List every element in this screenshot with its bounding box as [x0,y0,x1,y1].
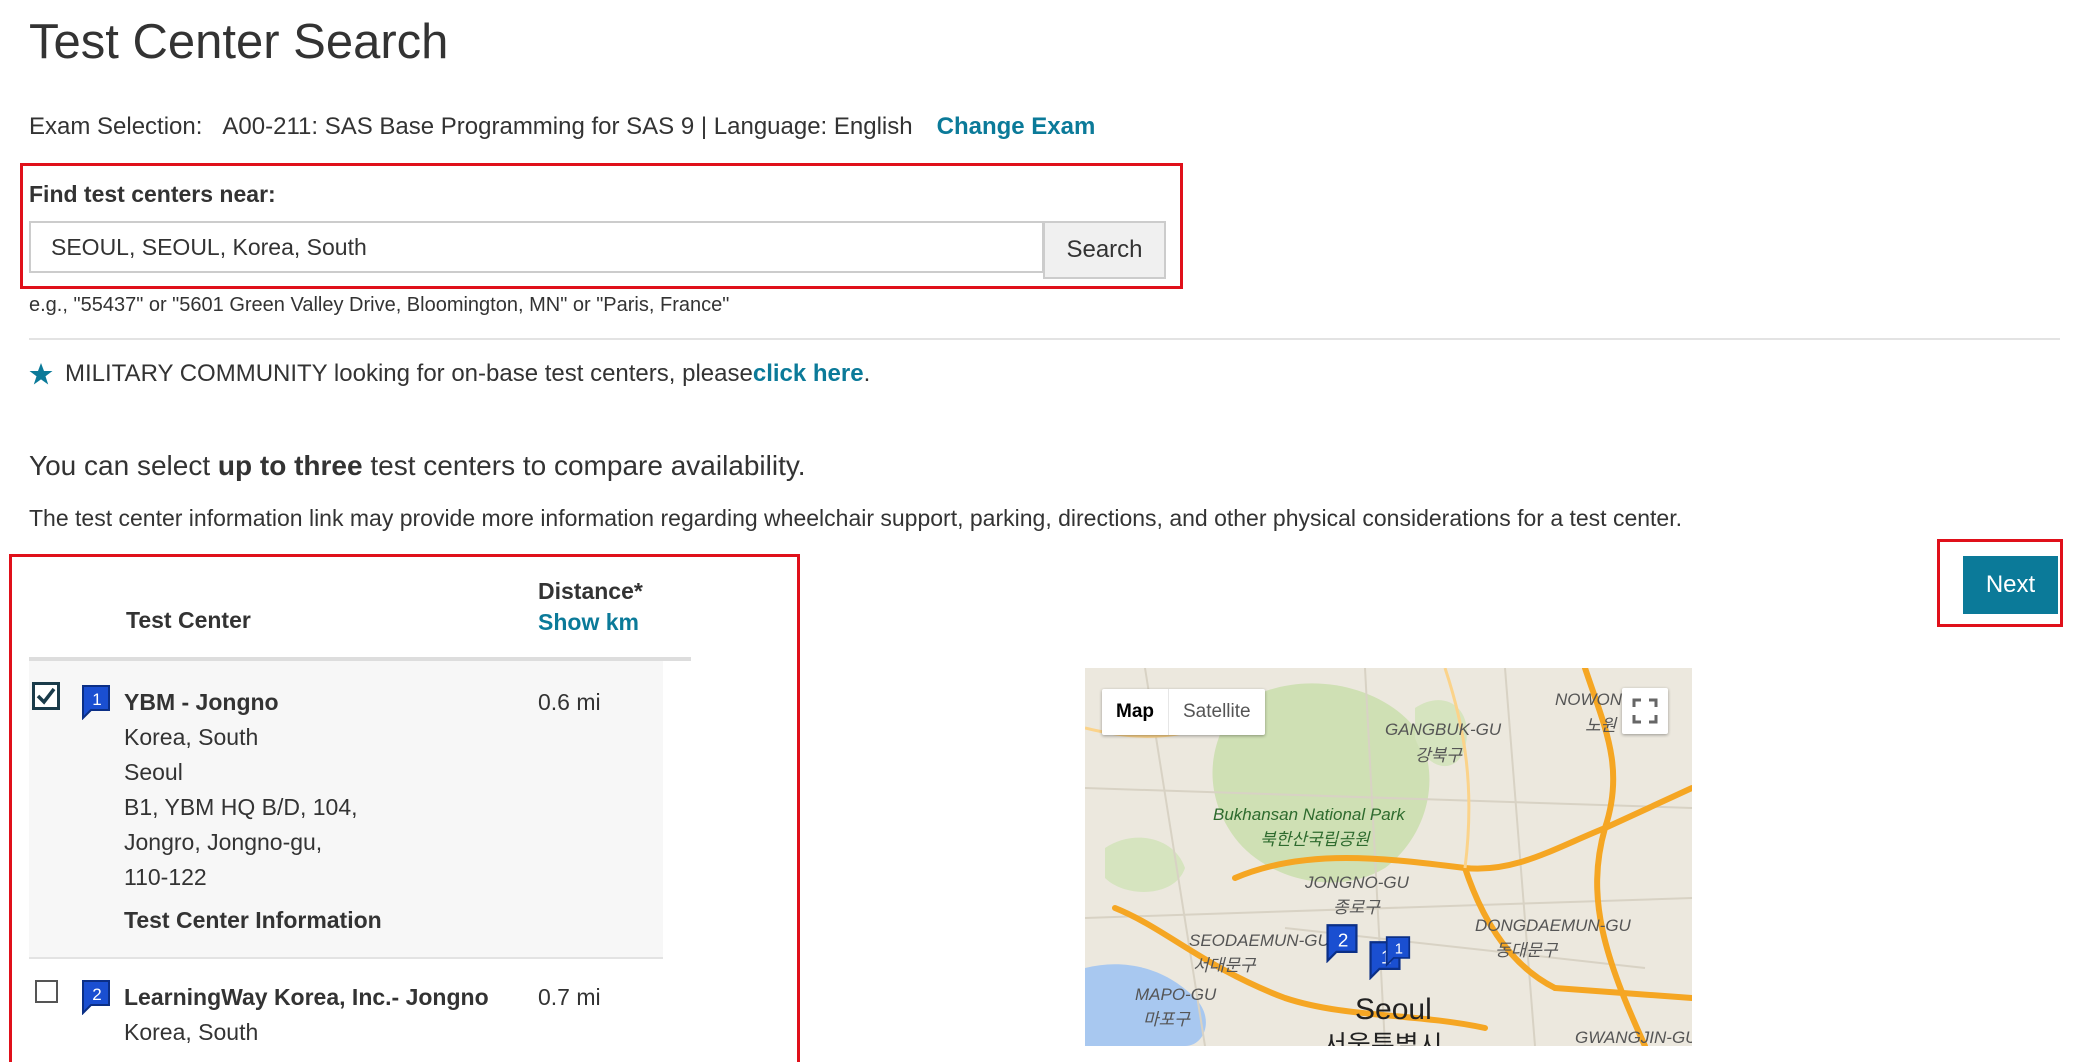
search-button[interactable]: Search [1043,221,1166,279]
row-2-checkbox[interactable] [35,980,58,1003]
row-1-test-center-info-link[interactable]: Test Center Information [124,907,382,934]
map-label-seodaemun: SEODAEMUN-GU [1189,931,1330,950]
intro-text-bold: up to three [217,450,363,481]
map-label-nowon-ko: 노원 [1585,716,1617,735]
row-2-distance: 0.7 mi [538,984,601,1010]
map-label-dongdaemun-ko: 동대문구 [1495,941,1558,960]
exam-selection-label: Exam Selection: [29,113,203,140]
row-1-distance: 0.6 mi [538,689,601,715]
map-marker-cluster-icon[interactable]: 1 [1385,935,1411,967]
map-type-control: Map Satellite [1102,689,1265,735]
map-label-seoul-ko: 서울특별시 [1323,1030,1443,1046]
divider [29,338,2060,340]
military-click-here-link[interactable]: click here [753,360,864,388]
military-text: MILITARY COMMUNITY looking for on-base t… [65,360,753,387]
change-exam-link[interactable]: Change Exam [937,113,1096,140]
test-center-info-note: The test center information link may pro… [29,505,1683,531]
map-marker-2-icon[interactable]: 2 [1325,923,1359,963]
star-icon [29,363,53,385]
exam-selection: Exam Selection: A00-211: SAS Base Program… [29,113,1095,141]
column-header-distance: Distance* [538,578,643,604]
map-label-park-ko: 북한산국립공원 [1260,830,1370,849]
map-label-nowon: NOWON [1555,690,1623,709]
column-header-test-center: Test Center [126,607,251,633]
row-1-center-name: YBM - Jongno [124,689,279,715]
intro-text-before: You can select [29,450,218,481]
map-label-dongdaemun: DONGDAEMUN-GU [1475,916,1631,935]
show-km-link[interactable]: Show km [538,609,639,636]
map-label-mapo-ko: 마포구 [1143,1010,1190,1029]
test-center-map[interactable]: Map Satellite NOWON 노원 GANGBUK-GU 강북구 Bu… [1085,668,1692,1046]
select-up-to-three-text: You can select up to three test centers … [29,450,806,482]
row-1-country: Korea, South [124,724,259,750]
satellite-view-button[interactable]: Satellite [1169,689,1265,735]
search-example-hint: e.g., "55437" or "5601 Green Valley Driv… [29,294,730,316]
row-2-country: Korea, South [124,1019,259,1045]
marker-number: 1 [92,690,101,709]
row-1-address-line-1: B1, YBM HQ B/D, 104, [124,794,358,820]
map-label-seoul: Seoul [1355,993,1432,1026]
fullscreen-icon[interactable] [1622,688,1668,734]
map-label-seodaemun-ko: 서대문구 [1193,956,1256,975]
map-label-gangbuk-ko: 강북구 [1415,746,1462,765]
row-2-center-name: LearningWay Korea, Inc.- Jongno [124,984,489,1010]
marker-number: 2 [92,985,101,1004]
map-marker-1-icon: 1 [81,684,111,720]
military-notice: MILITARY COMMUNITY looking for on-base t… [29,360,870,388]
checkmark-icon [36,687,56,705]
map-label-gangbuk: GANGBUK-GU [1385,720,1502,739]
map-label-jongno-ko: 종로구 [1333,898,1380,917]
intro-text-after: test centers to compare availability. [362,450,806,481]
row-1-city: Seoul [124,759,183,785]
page-title: Test Center Search [29,15,449,69]
next-button[interactable]: Next [1963,556,2058,614]
find-test-centers-label: Find test centers near: [29,181,276,207]
military-suffix: . [863,360,871,387]
marker-number: 1 [1395,942,1403,958]
map-label-gwangjin: GWANGJIN-GU [1575,1028,1692,1046]
row-1-address-line-2: Jongro, Jongno-gu, [124,829,323,855]
map-view-button[interactable]: Map [1102,689,1169,735]
map-label-jongno: JONGNO-GU [1305,873,1409,892]
exam-selection-value: A00-211: SAS Base Programming for SAS 9 … [222,113,913,140]
row-separator [29,957,663,959]
row-1-postal-code: 110-122 [124,864,207,890]
marker-number: 2 [1338,930,1349,951]
map-label-mapo: MAPO-GU [1135,985,1217,1004]
location-search-input[interactable] [29,221,1044,273]
map-label-park: Bukhansan National Park [1213,805,1405,824]
row-1-checkbox[interactable] [32,682,60,710]
map-marker-2-icon: 2 [81,979,111,1015]
